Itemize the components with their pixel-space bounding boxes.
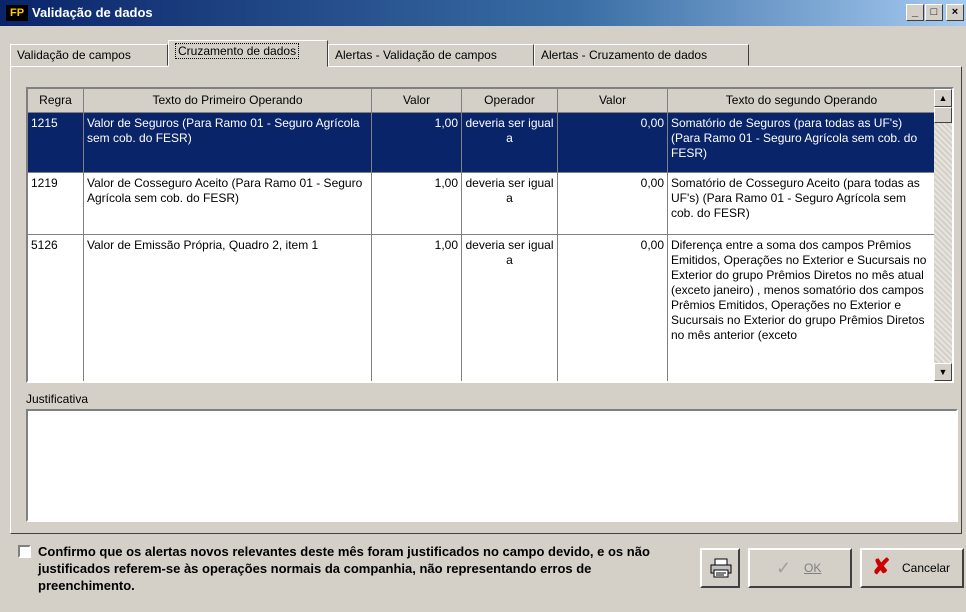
cell-texto-primeiro: Valor de Cosseguro Aceito (Para Ramo 01 …: [84, 173, 372, 235]
tab-alertas-cruzamento[interactable]: Alertas - Cruzamento de dados: [534, 44, 749, 66]
cell-texto-segundo: Diferença entre a soma dos campos Prêmio…: [668, 235, 936, 381]
column-header-regra[interactable]: Regra: [28, 89, 84, 113]
cell-operador: deveria ser igual a: [462, 113, 558, 173]
cell-texto-primeiro: Valor de Emissão Própria, Quadro 2, item…: [84, 235, 372, 381]
cell-valor-2: 0,00: [558, 113, 668, 173]
cell-valor-1: 1,00: [372, 235, 462, 381]
cancel-x-icon: ✘: [872, 554, 891, 579]
minimize-button[interactable]: _: [906, 4, 924, 21]
cell-valor-1: 1,00: [372, 173, 462, 235]
tab-alertas-validacao[interactable]: Alertas - Validação de campos: [328, 44, 534, 66]
cell-texto-segundo: Somatório de Cosseguro Aceito (para toda…: [668, 173, 936, 235]
cell-valor-2: 0,00: [558, 235, 668, 381]
window-title: Validação de dados: [32, 5, 153, 20]
confirm-text: Confirmo que os alertas novos relevantes…: [38, 544, 650, 593]
check-icon: ✓: [776, 558, 792, 578]
close-button[interactable]: ×: [946, 4, 964, 21]
scroll-up-icon[interactable]: ▲: [934, 89, 952, 107]
title-bar: FP Validação de dados _ □ ×: [0, 0, 966, 26]
tab-validacao-campos[interactable]: Validação de campos: [10, 44, 168, 66]
ok-button[interactable]: ✓ OK: [748, 548, 852, 588]
rules-grid[interactable]: Regra Texto do Primeiro Operando Valor O…: [26, 87, 954, 383]
tab-cruzamento-dados[interactable]: Cruzamento de dados: [168, 40, 328, 67]
cell-regra: 5126: [28, 235, 84, 381]
app-icon: FP: [6, 5, 28, 21]
column-header-valor-1[interactable]: Valor: [372, 89, 462, 113]
cancel-button[interactable]: ✘ Cancelar: [860, 548, 964, 588]
vertical-scrollbar[interactable]: ▲ ▼: [934, 89, 952, 381]
ok-label: OK: [804, 561, 822, 575]
tab-label: Alertas - Cruzamento de dados: [541, 48, 708, 62]
column-header-operador[interactable]: Operador: [462, 89, 558, 113]
cell-texto-segundo: Somatório de Seguros (para todas as UF's…: [668, 113, 936, 173]
justificativa-label: Justificativa: [26, 392, 89, 406]
column-header-texto-segundo[interactable]: Texto do segundo Operando: [668, 89, 936, 113]
cell-regra: 1219: [28, 173, 84, 235]
printer-icon: [710, 558, 732, 578]
table-row[interactable]: 1219 Valor de Cosseguro Aceito (Para Ram…: [28, 173, 936, 235]
cell-valor-1: 1,00: [372, 113, 462, 173]
tab-label: Validação de campos: [17, 48, 131, 62]
tab-label: Alertas - Validação de campos: [335, 48, 497, 62]
scroll-down-icon[interactable]: ▼: [934, 363, 952, 381]
justificativa-input[interactable]: [26, 409, 958, 522]
cell-operador: deveria ser igual a: [462, 173, 558, 235]
cell-regra: 1215: [28, 113, 84, 173]
cell-texto-primeiro: Valor de Seguros (Para Ramo 01 - Seguro …: [84, 113, 372, 173]
table-row[interactable]: 5126 Valor de Emissão Própria, Quadro 2,…: [28, 235, 936, 381]
cell-operador: deveria ser igual a: [462, 235, 558, 381]
maximize-button[interactable]: □: [925, 4, 943, 21]
cell-valor-2: 0,00: [558, 173, 668, 235]
tab-label: Cruzamento de dados: [175, 43, 300, 59]
cancel-label: Cancelar: [902, 561, 951, 575]
table-row[interactable]: 1215 Valor de Seguros (Para Ramo 01 - Se…: [28, 113, 936, 173]
scroll-thumb[interactable]: [934, 107, 952, 123]
print-button[interactable]: [700, 548, 740, 588]
column-header-valor-2[interactable]: Valor: [558, 89, 668, 113]
column-header-texto-primeiro[interactable]: Texto do Primeiro Operando: [84, 89, 372, 113]
confirm-checkbox[interactable]: [18, 545, 31, 558]
